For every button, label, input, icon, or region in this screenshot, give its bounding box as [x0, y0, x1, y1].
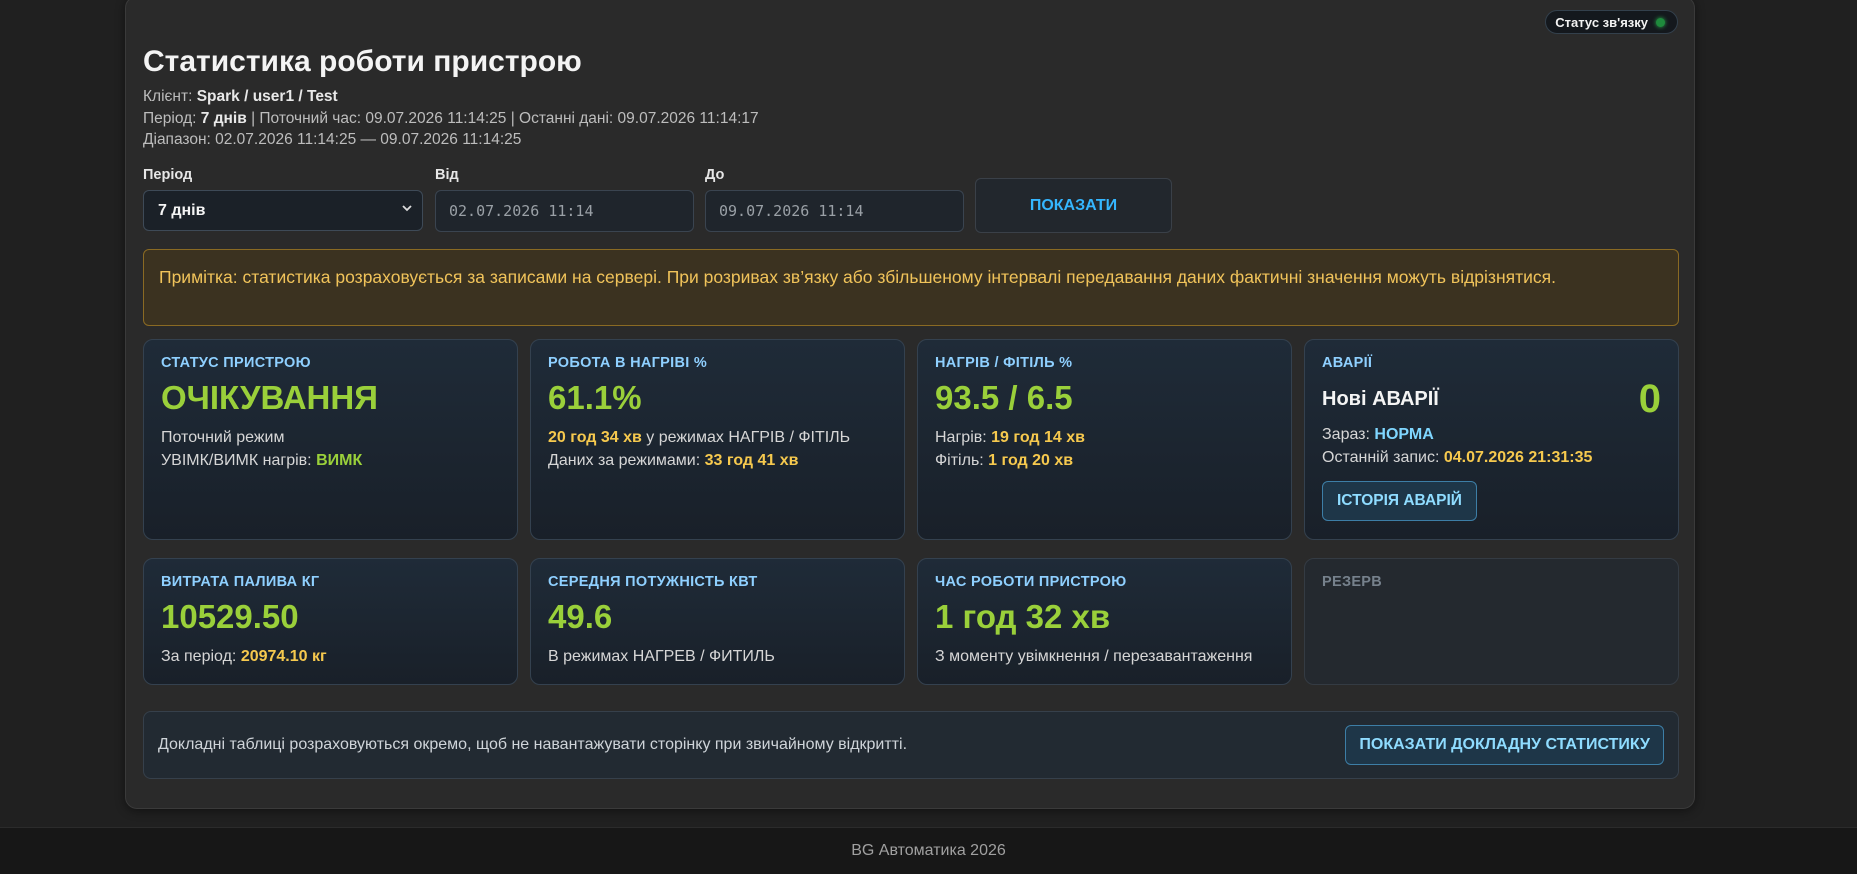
alarm-last-value: 04.07.2026 21:31:35: [1443, 449, 1593, 466]
card-line: 20 год 34 хв у режимах НАГРІВ / ФІТІЛЬ: [548, 426, 887, 449]
heating-toggle-value: ВИМК: [316, 452, 363, 469]
heating-duration-text: у режимах НАГРІВ / ФІТІЛЬ: [641, 429, 851, 446]
wick-label: Фітіль:: [935, 452, 984, 469]
new-alarms-label: Нові АВАРІЇ: [1322, 387, 1439, 410]
card-value: 49.6: [548, 598, 613, 635]
connection-status-label: Статус зв'язку: [1555, 14, 1648, 30]
period-info: Період: 7 днів | Поточний час: 09.07.202…: [143, 110, 759, 128]
detailed-stats-text: Докладні таблиці розраховуються окремо, …: [158, 736, 908, 753]
period-select[interactable]: 7 днів: [143, 190, 423, 231]
card-value: 10529.50: [161, 598, 299, 635]
card-line: УВІМК/ВИМК нагрів: ВИМК: [161, 449, 500, 472]
to-date-input[interactable]: 09.07.2026 11:14: [705, 190, 964, 232]
heat-label: Нагрів:: [935, 429, 987, 446]
card-title: ВИТРАТА ПАЛИВА КГ: [161, 574, 320, 590]
card-heating-work: РОБОТА В НАГРІВІ % 61.1% 20 год 34 хв у …: [530, 339, 905, 540]
card-title: СТАТУС ПРИСТРОЮ: [161, 355, 311, 371]
from-label: Від: [435, 167, 459, 183]
client-value: Spark / user1 / Test: [196, 88, 338, 105]
heating-duration: 20 год 34 хв: [548, 429, 642, 446]
period-select-label: Період: [143, 167, 193, 183]
show-detailed-stats-button[interactable]: ПОКАЗАТИ ДОКЛАДНУ СТАТИСТИКУ: [1345, 725, 1664, 765]
alarm-now-value: НОРМА: [1374, 426, 1434, 443]
fuel-period-value: 20974.10 кг: [240, 648, 327, 665]
card-heat-wick: НАГРІВ / ФІТІЛЬ % 93.5 / 6.5 Нагрів: 19 …: [917, 339, 1292, 540]
card-title: РОБОТА В НАГРІВІ %: [548, 355, 708, 371]
detailed-stats-box: Докладні таблиці розраховуються окремо, …: [143, 711, 1679, 779]
card-value: 93.5 / 6.5: [935, 379, 1073, 416]
card-title: РЕЗЕРВ: [1322, 574, 1383, 590]
modes-data-label: Даних за режимами:: [548, 452, 701, 469]
card-line: Поточний режим: [161, 429, 285, 446]
connection-status-badge: Статус зв'язку: [1545, 10, 1678, 34]
card-reserve: РЕЗЕРВ: [1304, 558, 1679, 685]
card-uptime: ЧАС РОБОТИ ПРИСТРОЮ 1 год 32 хв З момент…: [917, 558, 1292, 685]
from-date-input[interactable]: 02.07.2026 11:14: [435, 190, 694, 232]
card-title: АВАРІЇ: [1322, 355, 1373, 371]
card-title: СЕРЕДНЯ ПОТУЖНІСТЬ КВТ: [548, 574, 758, 590]
to-date-value: 09.07.2026 11:14: [719, 202, 864, 220]
card-line: За період: 20974.10 кг: [161, 645, 500, 668]
chevron-down-icon: [402, 201, 412, 218]
alarm-history-button[interactable]: ІСТОРІЯ АВАРІЙ: [1322, 481, 1477, 521]
card-title: ЧАС РОБОТИ ПРИСТРОЮ: [935, 574, 1127, 590]
server-note: Примітка: статистика розраховується за з…: [143, 249, 1679, 326]
card-alarms: АВАРІЇ Нові АВАРІЇ 0 Зараз: НОРМА Останн…: [1304, 339, 1679, 540]
card-line: Фітіль: 1 год 20 хв: [935, 449, 1274, 472]
modes-data-value: 33 год 41 хв: [704, 452, 799, 469]
alarm-last-label: Останній запис:: [1322, 449, 1440, 466]
card-line: Останній запис: 04.07.2026 21:31:35: [1322, 446, 1661, 469]
alarm-summary: Нові АВАРІЇ 0: [1322, 379, 1661, 419]
card-line: В режимах НАГРЕВ / ФИТИЛЬ: [548, 648, 775, 665]
stats-panel: Статус зв'язку Статистика роботи пристро…: [125, 0, 1695, 809]
client-info: Клієнт: Spark / user1 / Test: [143, 88, 338, 106]
card-value: 1 год 32 хв: [935, 598, 1111, 635]
to-label: До: [705, 167, 725, 183]
card-power: СЕРЕДНЯ ПОТУЖНІСТЬ КВТ 49.6 В режимах НА…: [530, 558, 905, 685]
period-label: Період:: [143, 110, 197, 127]
heating-toggle-label: УВІМК/ВИМК нагрів:: [161, 452, 312, 469]
heat-value: 19 год 14 хв: [991, 429, 1085, 446]
time-info: | Поточний час: 09.07.2026 11:14:25 | Ос…: [251, 110, 759, 127]
period-value: 7 днів: [200, 110, 247, 127]
status-dot-icon: [1656, 17, 1665, 27]
show-button[interactable]: ПОКАЗАТИ: [975, 178, 1172, 233]
card-value: ОЧІКУВАННЯ: [161, 379, 378, 416]
card-value: 61.1%: [548, 379, 642, 416]
range-info: Діапазон: 02.07.2026 11:14:25 — 09.07.20…: [143, 131, 522, 148]
client-label: Клієнт:: [143, 88, 193, 105]
card-fuel: ВИТРАТА ПАЛИВА КГ 10529.50 За період: 20…: [143, 558, 518, 685]
wick-value: 1 год 20 хв: [988, 452, 1074, 469]
card-line: Зараз: НОРМА: [1322, 423, 1661, 446]
card-line: Нагрів: 19 год 14 хв: [935, 426, 1274, 449]
period-select-value: 7 днів: [158, 201, 206, 219]
card-device-status: СТАТУС ПРИСТРОЮ ОЧІКУВАННЯ Поточний режи…: [143, 339, 518, 540]
page-title: Статистика роботи пристрою: [143, 45, 582, 78]
card-line: З моменту увімкнення / перезавантаження: [935, 648, 1253, 665]
alarm-count: 0: [1638, 377, 1661, 421]
from-date-value: 02.07.2026 11:14: [449, 202, 594, 220]
card-line: Даних за режимами: 33 год 41 хв: [548, 449, 887, 472]
card-title: НАГРІВ / ФІТІЛЬ %: [935, 355, 1073, 371]
alarm-now-label: Зараз:: [1322, 426, 1370, 443]
fuel-period-label: За період:: [161, 648, 237, 665]
footer: BG Автоматика 2026: [0, 827, 1857, 874]
